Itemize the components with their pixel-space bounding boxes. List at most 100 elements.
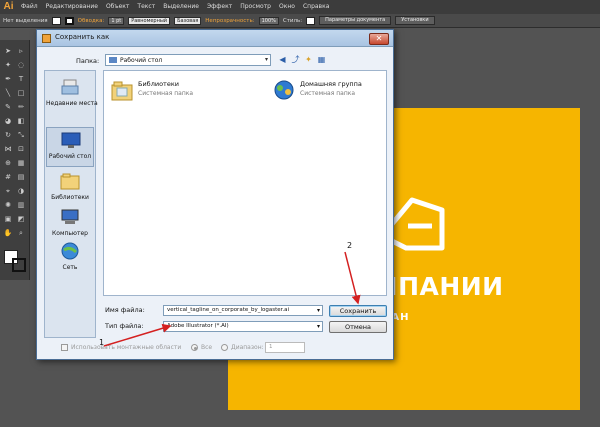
menu-effect[interactable]: Эффект	[203, 0, 236, 14]
fill-swatch[interactable]	[51, 16, 61, 25]
folder-label: Папка:	[76, 57, 100, 65]
save-button[interactable]: Сохранить	[329, 305, 387, 317]
item-type: Системная папка	[300, 90, 356, 97]
perspective-grid-tool-icon[interactable]: ▦	[16, 158, 26, 168]
brush-definition[interactable]: Базовая	[174, 16, 202, 25]
back-icon[interactable]: ◀	[277, 54, 288, 65]
list-item[interactable]: Домашняя группа Системная папка	[270, 77, 390, 107]
dialog-app-icon	[42, 34, 51, 43]
recent-places-icon	[61, 79, 79, 95]
symbol-sprayer-tool-icon[interactable]: ✺	[3, 200, 13, 210]
opacity-label[interactable]: Непрозрачность:	[205, 18, 254, 24]
blob-brush-tool-icon[interactable]: ◕	[3, 116, 13, 126]
use-artboards-checkbox[interactable]	[61, 344, 68, 351]
place-label: Рабочий стол	[48, 153, 92, 160]
shape-builder-tool-icon[interactable]: ⊕	[3, 158, 13, 168]
pencil-tool-icon[interactable]: ✏	[16, 102, 26, 112]
blend-tool-icon[interactable]: ◑	[16, 186, 26, 196]
file-list[interactable]: Библиотеки Системная папка Домашняя груп…	[103, 70, 387, 296]
place-label: Сеть	[62, 264, 78, 271]
item-name: Домашняя группа	[300, 80, 362, 88]
menu-edit[interactable]: Редактирование	[42, 0, 102, 14]
view-menu-icon[interactable]: ▦	[316, 54, 327, 65]
filename-input[interactable]: vertical_tagline_on_corporate_by_logaste…	[163, 305, 323, 316]
range-input[interactable]: 1	[265, 342, 305, 353]
dialog-titlebar[interactable]: Сохранить как ✕	[37, 30, 393, 47]
use-artboards-label: Использовать монтажные области	[71, 344, 182, 351]
width-tool-icon[interactable]: ⋈	[3, 144, 13, 154]
style-label: Стиль:	[282, 17, 303, 24]
filename-label: Имя файла:	[105, 306, 145, 314]
artboard-tool-icon[interactable]: ▣	[3, 214, 13, 224]
rectangle-tool-icon[interactable]: □	[16, 88, 26, 98]
eyedropper-tool-icon[interactable]: ⌖	[3, 186, 13, 196]
selection-tool-icon[interactable]: ➤	[3, 46, 13, 56]
style-swatch[interactable]	[306, 16, 316, 25]
menu-view[interactable]: Просмотр	[236, 0, 275, 14]
stroke-color-icon[interactable]	[12, 258, 26, 272]
slice-tool-icon[interactable]: ◩	[16, 214, 26, 224]
libraries-folder-icon	[111, 81, 133, 101]
illustrator-logo: Ai	[3, 1, 14, 12]
range-value: 1	[269, 344, 273, 350]
rotate-tool-icon[interactable]: ↻	[3, 130, 13, 140]
lasso-tool-icon[interactable]: ◌	[16, 60, 26, 70]
menu-help[interactable]: Справка	[299, 0, 333, 14]
menu-text[interactable]: Текст	[133, 0, 159, 14]
place-label: Библиотеки	[51, 194, 89, 201]
annotation-number-1: 1	[99, 338, 105, 347]
magic-wand-tool-icon[interactable]: ✦	[3, 60, 13, 70]
chevron-down-icon: ▾	[264, 56, 268, 63]
range-radio[interactable]	[221, 344, 228, 351]
type-tool-icon[interactable]: T	[16, 74, 26, 84]
selection-status: Нет выделения	[3, 17, 48, 24]
close-icon[interactable]: ✕	[369, 33, 389, 45]
variable-width-profile[interactable]: Равномерный	[128, 16, 171, 25]
place-libraries[interactable]: Библиотеки	[46, 169, 94, 209]
preferences-button[interactable]: Установки	[395, 16, 435, 25]
place-desktop[interactable]: Рабочий стол	[46, 127, 94, 167]
pen-tool-icon[interactable]: ✒	[3, 74, 13, 84]
graph-tool-icon[interactable]: ▥	[16, 200, 26, 210]
gradient-tool-icon[interactable]: ▤	[16, 172, 26, 182]
save-as-dialog: Сохранить как ✕ Папка: Рабочий стол ▾ ◀ …	[36, 29, 394, 360]
place-recent[interactable]: Недавние места	[46, 75, 98, 115]
menu-window[interactable]: Окно	[275, 0, 299, 14]
filetype-select[interactable]: Adobe Illustrator (*.AI) ▾	[163, 321, 323, 332]
eraser-tool-icon[interactable]: ◧	[16, 116, 26, 126]
new-folder-icon[interactable]: ✦	[303, 54, 314, 65]
menu-select[interactable]: Выделение	[159, 0, 203, 14]
free-transform-tool-icon[interactable]: ⊡	[16, 144, 26, 154]
list-item[interactable]: Библиотеки Системная папка	[108, 77, 228, 107]
tools-panel: ➤ ▹ ✦ ◌ ✒ T ╲ □ ✎ ✏ ◕ ◧ ↻ ⤡ ⋈ ⊡ ⊕ ▦ # ▤ …	[0, 40, 30, 280]
stroke-weight-field[interactable]: 1 pt	[108, 16, 125, 25]
annotation-number-2: 2	[347, 241, 353, 250]
chevron-down-icon: ▾	[316, 307, 320, 314]
filetype-value: Adobe Illustrator (*.AI)	[167, 323, 229, 329]
zoom-tool-icon[interactable]: ⌕	[16, 228, 26, 238]
paintbrush-tool-icon[interactable]: ✎	[3, 102, 13, 112]
line-tool-icon[interactable]: ╲	[3, 88, 13, 98]
direct-selection-tool-icon[interactable]: ▹	[16, 46, 26, 56]
folder-dropdown[interactable]: Рабочий стол ▾	[105, 54, 271, 66]
stroke-swatch[interactable]	[64, 16, 74, 25]
cancel-button[interactable]: Отмена	[329, 321, 387, 333]
opacity-field[interactable]: 100%	[258, 16, 279, 25]
place-network[interactable]: Сеть	[46, 239, 94, 279]
document-setup-button[interactable]: Параметры документа	[319, 16, 392, 25]
stroke-label[interactable]: Обводка:	[78, 18, 105, 24]
menu-object[interactable]: Объект	[102, 0, 133, 14]
up-folder-icon[interactable]: ⤴	[290, 54, 301, 65]
scale-tool-icon[interactable]: ⤡	[16, 130, 26, 140]
mesh-tool-icon[interactable]: #	[3, 172, 13, 182]
all-radio[interactable]	[191, 344, 198, 351]
dialog-title: Сохранить как	[55, 33, 110, 41]
network-icon	[61, 242, 79, 260]
menu-file[interactable]: Файл	[17, 0, 42, 14]
chevron-down-icon: ▾	[316, 323, 320, 330]
control-bar: Нет выделения Обводка: 1 pt Равномерный …	[0, 14, 600, 28]
hand-tool-icon[interactable]: ✋	[3, 228, 13, 238]
desktop-icon	[61, 132, 81, 148]
libraries-icon	[60, 173, 80, 190]
item-name: Библиотеки	[138, 80, 179, 88]
